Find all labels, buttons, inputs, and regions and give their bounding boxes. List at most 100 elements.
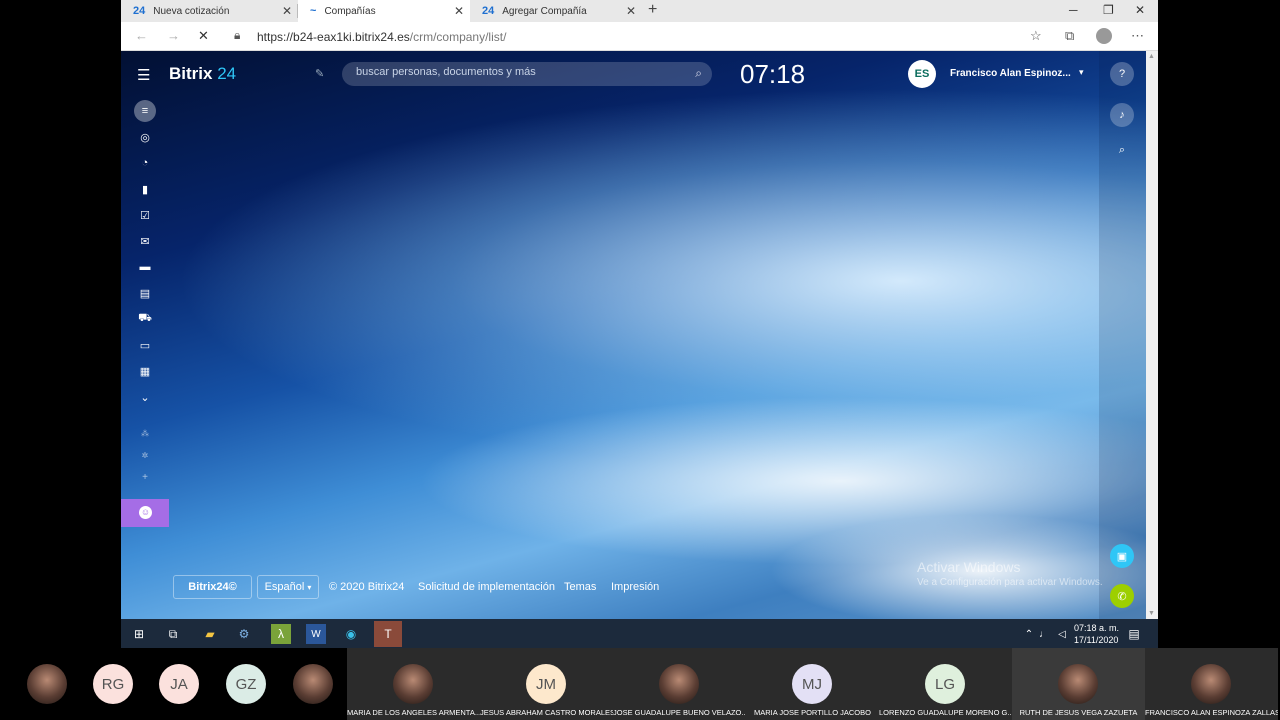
browser-window: 24 Nueva cotización ✕ ~ Compañías ✕ 24 A… xyxy=(121,0,1158,648)
volume-icon[interactable]: ◁ xyxy=(1052,624,1072,644)
sitemap-icon[interactable]: ⁂ xyxy=(136,424,154,442)
more-chevron-icon[interactable]: ⌄ xyxy=(136,388,154,406)
close-icon[interactable]: ✕ xyxy=(282,4,292,18)
forward-icon[interactable]: → xyxy=(167,28,180,43)
scrollbar[interactable]: ▲ ▼ xyxy=(1146,51,1158,619)
cart-icon[interactable]: ⛟ xyxy=(136,310,154,328)
chevron-down-icon[interactable]: ▾ xyxy=(1079,67,1084,78)
participant-avatar[interactable] xyxy=(1191,664,1231,704)
teams-icon[interactable]: T xyxy=(374,621,402,647)
new-tab-button[interactable]: + xyxy=(648,1,657,19)
add-icon[interactable]: + xyxy=(136,468,154,486)
filter-icon[interactable]: ≡ xyxy=(136,102,154,120)
participant-tile[interactable]: MARIA JOSE PORTILLO JACOBO MJ xyxy=(746,648,879,720)
close-icon[interactable]: ✕ xyxy=(454,4,464,18)
window-icon[interactable]: ▭ xyxy=(136,336,154,354)
settings-icon[interactable]: ✲ xyxy=(136,446,154,464)
notifications-icon[interactable]: ♪ xyxy=(1110,103,1134,127)
link-impresion[interactable]: Impresión xyxy=(611,581,659,593)
tab-agregar-compania[interactable]: 24 Agregar Compañía ✕ xyxy=(470,0,642,22)
search-input[interactable] xyxy=(356,66,676,78)
scroll-down-icon[interactable]: ▼ xyxy=(1148,610,1155,617)
help-icon[interactable]: ? xyxy=(1110,62,1134,86)
invite-button[interactable]: ☺ xyxy=(121,499,169,527)
participant-tile[interactable]: JESUS ABRAHAM CASTRO MORALES JM xyxy=(480,648,613,720)
user-name[interactable]: Francisco Alan Espinoz... xyxy=(950,68,1071,79)
participant-tile[interactable]: FRANCISCO ALAN ESPINOZA ZALLAS xyxy=(1145,648,1278,720)
notifications-center-icon[interactable]: ▤ xyxy=(1124,624,1144,644)
favorite-star-icon[interactable]: ☆ xyxy=(1030,28,1042,44)
lock-icon[interactable]: 🔒︎ xyxy=(234,28,240,43)
bitrix-page: ☰ Bitrix 24 ✎ ⌕ 07:18 ES Francisco Alan … xyxy=(121,51,1158,619)
link-temas[interactable]: Temas xyxy=(564,581,596,593)
word-icon[interactable]: W xyxy=(306,624,326,644)
clock[interactable]: 07:18 xyxy=(740,59,805,90)
file-explorer-icon[interactable]: ▰ xyxy=(200,624,220,644)
collections-icon[interactable]: ⧉ xyxy=(1065,28,1074,44)
edge-browser-icon[interactable]: ◉ xyxy=(341,624,361,644)
bar-chart-icon[interactable]: ▮ xyxy=(136,180,154,198)
scroll-up-icon[interactable]: ▲ xyxy=(1148,53,1155,60)
search-icon[interactable]: ⌕ xyxy=(695,66,702,81)
participant-avatar[interactable]: MJ xyxy=(792,664,832,704)
participant-avatar[interactable]: GZ xyxy=(226,664,266,704)
apps-grid-icon[interactable]: ▦ xyxy=(136,362,154,380)
windows-taskbar: ⊞ ⧉ ▰ ⚙ λ W ◉ T ⌃ ♩ ◁ 07:18 a. m. 17/11/… xyxy=(121,619,1158,648)
participant-tile[interactable]: RUTH DE JESUS VEGA ZAZUETA xyxy=(1012,648,1145,720)
close-window-icon[interactable]: ✕ xyxy=(1135,3,1145,17)
participant-name: JESUS ABRAHAM CASTRO MORALES xyxy=(480,708,613,717)
tab-nueva-cotizacion[interactable]: 24 Nueva cotización ✕ xyxy=(121,0,298,22)
participant-avatar[interactable] xyxy=(393,664,433,704)
building-icon[interactable]: ▤ xyxy=(136,284,154,302)
participant-avatar[interactable]: RG xyxy=(93,664,133,704)
participant-avatar[interactable] xyxy=(659,664,699,704)
link-implementacion[interactable]: Solicitud de implementación xyxy=(418,581,555,593)
target-icon[interactable]: ◎ xyxy=(136,128,154,146)
participant-tile[interactable]: LORENZO GUADALUPE MORENO G... LG xyxy=(879,648,1012,720)
microphone-icon[interactable]: ♩ xyxy=(1034,624,1054,644)
language-select[interactable]: Español ▾ xyxy=(257,575,319,599)
participant-avatar[interactable]: LG xyxy=(925,664,965,704)
phone-icon[interactable]: ✆ xyxy=(1110,584,1134,608)
taskbar-clock[interactable]: 07:18 a. m. 17/11/2020 xyxy=(1074,622,1119,646)
participant-avatar[interactable] xyxy=(1058,664,1098,704)
more-menu-icon[interactable]: ⋯ xyxy=(1131,28,1144,44)
participant-tile[interactable]: JOSE GUADALUPE BUENO VELAZO... xyxy=(613,648,746,720)
url-path: /crm/company/list/ xyxy=(409,30,507,44)
smile-icon: ☺ xyxy=(139,506,152,519)
minimize-icon[interactable]: ─ xyxy=(1069,3,1078,17)
participant-avatar[interactable]: JM xyxy=(526,664,566,704)
participant-tile[interactable]: MARIA DE LOS ANGELES ARMENTA... xyxy=(347,648,480,720)
menu-icon[interactable]: ☰ xyxy=(137,66,150,84)
bitrix-logo[interactable]: Bitrix 24 xyxy=(169,64,236,84)
bitrix24-footer-button[interactable]: Bitrix24© xyxy=(173,575,252,599)
participant-avatar[interactable] xyxy=(27,664,67,704)
participant-avatar[interactable]: JA xyxy=(159,664,199,704)
maximize-icon[interactable]: ❐ xyxy=(1103,3,1114,17)
task-view-icon[interactable]: ⧉ xyxy=(163,624,183,644)
chat-icon[interactable]: ▣ xyxy=(1110,544,1134,568)
search-bar[interactable]: ⌕ xyxy=(342,62,712,86)
checkbox-icon[interactable]: ☑ xyxy=(136,206,154,224)
windows-start-icon[interactable]: ⊞ xyxy=(129,624,149,644)
network-app-icon[interactable]: ⚙ xyxy=(234,624,254,644)
participant-name: MARIA JOSE PORTILLO JACOBO xyxy=(754,708,871,717)
activate-windows-title: Activar Windows xyxy=(917,559,1021,575)
search-icon[interactable]: ⌕ xyxy=(1110,138,1134,162)
clock-icon[interactable]: ◔ xyxy=(136,154,154,172)
avatar[interactable]: ES xyxy=(908,60,936,88)
edit-icon[interactable]: ✎ xyxy=(315,67,324,80)
back-icon[interactable]: ← xyxy=(135,28,148,43)
robot-icon[interactable]: ▬ xyxy=(136,258,154,276)
bitrix-favicon-icon: 24 xyxy=(482,5,495,17)
url-field[interactable]: https://b24-eax1ki.bitrix24.es/crm/compa… xyxy=(257,30,506,44)
tab-companias[interactable]: ~ Compañías ✕ xyxy=(298,0,470,22)
participant-avatar[interactable] xyxy=(293,664,333,704)
right-panel: ? ♪ ⌕ ▣ ✆ xyxy=(1099,51,1146,619)
close-icon[interactable]: ✕ xyxy=(626,4,636,18)
profile-icon[interactable] xyxy=(1096,28,1112,44)
mail-icon[interactable]: ✉ xyxy=(136,232,154,250)
tab-label: Nueva cotización xyxy=(153,5,230,17)
lambda-app-icon[interactable]: λ xyxy=(271,624,291,644)
stop-loading-icon[interactable]: ✕ xyxy=(198,28,209,44)
